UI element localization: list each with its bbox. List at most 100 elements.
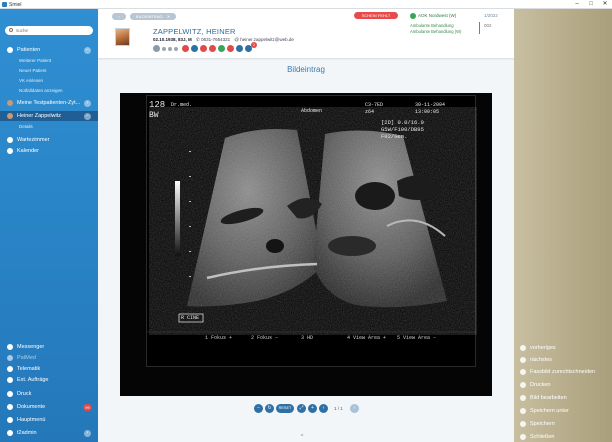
ultrasound-image[interactable]: 128 Dr.med. BW Abdomen C3-7ED 30-11-2004…	[146, 95, 477, 367]
main-content: Bildeintrag 128 Dr.med. BW Abdomen C3-7E…	[98, 60, 514, 442]
window-title: Smiel	[9, 1, 22, 8]
treatment-type-1[interactable]: Ambulante Behandlung	[410, 23, 454, 28]
patient-header: ‹ BILDEINTRAG ✕ ZAPPELWITZ, HEINER 02.10…	[98, 9, 514, 59]
action-label: Speichern unter	[530, 408, 569, 414]
status-icon-red-2[interactable]	[200, 45, 207, 52]
sidebar-item-current-patient[interactable]: Heiner Zappelwitz −	[0, 111, 98, 121]
action-previous[interactable]: vorheriges	[514, 343, 612, 353]
arrow-right-icon	[520, 357, 526, 363]
cine-label: R CINE	[181, 315, 200, 321]
action-edit-image[interactable]: Bild bearbeiten	[514, 393, 612, 403]
status-icon-blue-1[interactable]	[191, 45, 198, 52]
status-count-badge: 2	[251, 42, 257, 48]
patient-photo	[115, 28, 130, 46]
chevron-right-icon[interactable]: ›	[84, 99, 91, 107]
previous-page-icon[interactable]: ‹	[319, 404, 328, 413]
treatment-type-2[interactable]: Ambulante Behandlung (W)	[410, 29, 461, 34]
image-frame: 128 Dr.med. BW Abdomen C3-7ED 30-11-2004…	[120, 93, 492, 396]
maximize-button[interactable]: □	[584, 0, 598, 9]
tab-back-button[interactable]: ‹	[112, 13, 126, 20]
close-window-button[interactable]: ✕	[598, 0, 612, 9]
right-action-sidebar: vorheriges nächstes Fassbild zurechtschn…	[514, 9, 612, 442]
status-icon-blue-2[interactable]	[236, 45, 243, 52]
search-box[interactable]	[5, 26, 93, 35]
status-icon-red-4[interactable]	[227, 45, 234, 52]
sidebar-item-t2admin[interactable]: t2admin ›	[0, 428, 98, 438]
waiting-room-icon	[7, 137, 13, 143]
action-save-as[interactable]: Speichern unter	[514, 406, 612, 416]
status-icon-red-3[interactable]	[209, 45, 216, 52]
sidebar-item-hauptmenue[interactable]: Hauptmenü	[0, 415, 98, 425]
schein-fehlt-button[interactable]: SCHEIN FEHLT	[354, 12, 398, 19]
collapse-icon[interactable]: −	[84, 46, 91, 54]
insurance-info[interactable]: AOK Nordwest (W)	[410, 13, 456, 19]
image-params-3: F02/Gen.	[381, 133, 408, 140]
sidebar-item-calendar[interactable]: Kalender	[0, 146, 98, 156]
menu-icon	[7, 417, 13, 423]
sidebar-subitem-weiterer-patient[interactable]: Weiterer Patient	[19, 58, 51, 63]
sidebar-item-telematik[interactable]: Telematik	[0, 364, 98, 374]
sidebar-item-patmed[interactable]: PatMed	[0, 353, 98, 363]
image-date: 30-11-2004	[415, 102, 446, 108]
patient-email[interactable]: heiner.zappelwitz@web.de	[240, 37, 294, 42]
insurance-name: AOK Nordwest (W)	[418, 13, 457, 19]
print-icon	[7, 391, 13, 397]
reset-button[interactable]: RESET	[276, 404, 294, 413]
search-input[interactable]	[16, 27, 88, 34]
quarter-label: 1/2022	[484, 13, 498, 18]
softkey-focus-plus: 1 Fokus +	[205, 335, 233, 341]
sidebar-subitem-notfalldaten[interactable]: Notfalldaten anzeigen	[19, 88, 63, 93]
avatar	[7, 113, 13, 119]
fit-icon[interactable]: ⤢	[297, 404, 306, 413]
patient-name: ZAPPELWITZ, HEINER	[153, 27, 236, 36]
collapse-icon[interactable]: −	[84, 112, 91, 120]
next-page-icon[interactable]: ›	[350, 404, 359, 413]
title-bar: Smiel – □ ✕	[0, 0, 612, 9]
sidebar-item-waiting-room[interactable]: Wartezimmer	[0, 135, 98, 145]
image-probe: C3-7ED	[365, 102, 384, 108]
sidebar-item-recent-patient[interactable]: Meine Testpatienten-Zyt... ›	[0, 98, 98, 108]
rotate-icon[interactable]: ↻	[265, 404, 274, 413]
sidebar-item-messenger[interactable]: Messenger	[0, 342, 98, 352]
ultrasound-scan-graphic	[147, 126, 477, 333]
sidebar-item-ext-auftraege[interactable]: Ext. Aufträge	[0, 375, 98, 385]
chat-icon	[7, 344, 13, 350]
avatar	[7, 100, 13, 106]
sidebar-subitem-vk-einlesen[interactable]: VK einlesen	[19, 78, 43, 83]
close-icon[interactable]: ✕	[167, 14, 170, 19]
status-icon-small-3	[174, 47, 178, 51]
email-icon: @	[234, 37, 239, 42]
patient-info-line: 02.10.1938, 83J, M ✆ 0631-7654321 @ hein…	[153, 37, 294, 43]
sidebar-subitem-details[interactable]: Details	[19, 124, 33, 129]
patient-dob: 02.10.1938, 83J, M	[153, 37, 192, 42]
action-next[interactable]: nächstes	[514, 355, 612, 365]
sidebar-item-druck[interactable]: Druck	[0, 389, 98, 399]
chevron-right-icon[interactable]: ›	[84, 429, 91, 437]
status-icon-info[interactable]	[153, 45, 160, 52]
zoom-in-icon[interactable]: +	[308, 404, 317, 413]
minimize-button[interactable]: –	[570, 0, 584, 9]
softkey-view-area-minus: 5 View Area –	[397, 335, 437, 341]
image-operator: Dr.med.	[171, 102, 193, 108]
image-controls: − ↻ RESET ⤢ + ‹ 1 / 1 ›	[98, 404, 514, 414]
action-label: vorheriges	[530, 345, 556, 351]
image-time: 13:00:05	[415, 109, 440, 115]
status-icon-red-1[interactable]	[182, 45, 189, 52]
save-icon	[520, 421, 526, 427]
print-icon	[520, 382, 526, 388]
sidebar-item-dokumente[interactable]: Dokumente 99	[0, 402, 98, 412]
action-close[interactable]: Schließen	[514, 432, 612, 442]
save-as-icon	[520, 408, 526, 414]
action-print[interactable]: Drucken	[514, 380, 612, 390]
action-save[interactable]: Speichern	[514, 419, 612, 429]
tab-bildeintrag[interactable]: BILDEINTRAG ✕	[130, 13, 176, 20]
action-crop[interactable]: Fassbild zurechtschneiden	[514, 367, 612, 377]
sidebar-subitem-neuer-patient[interactable]: Neuer Patient	[19, 68, 47, 73]
sidebar-item-patients[interactable]: Patienten −	[0, 45, 98, 55]
insurance-icon	[410, 13, 416, 19]
divider	[479, 22, 480, 34]
expand-panel-icon[interactable]: ^	[301, 434, 303, 440]
zoom-out-icon[interactable]: −	[254, 404, 263, 413]
status-icon-green[interactable]	[218, 45, 225, 52]
action-label: nächstes	[530, 357, 553, 363]
